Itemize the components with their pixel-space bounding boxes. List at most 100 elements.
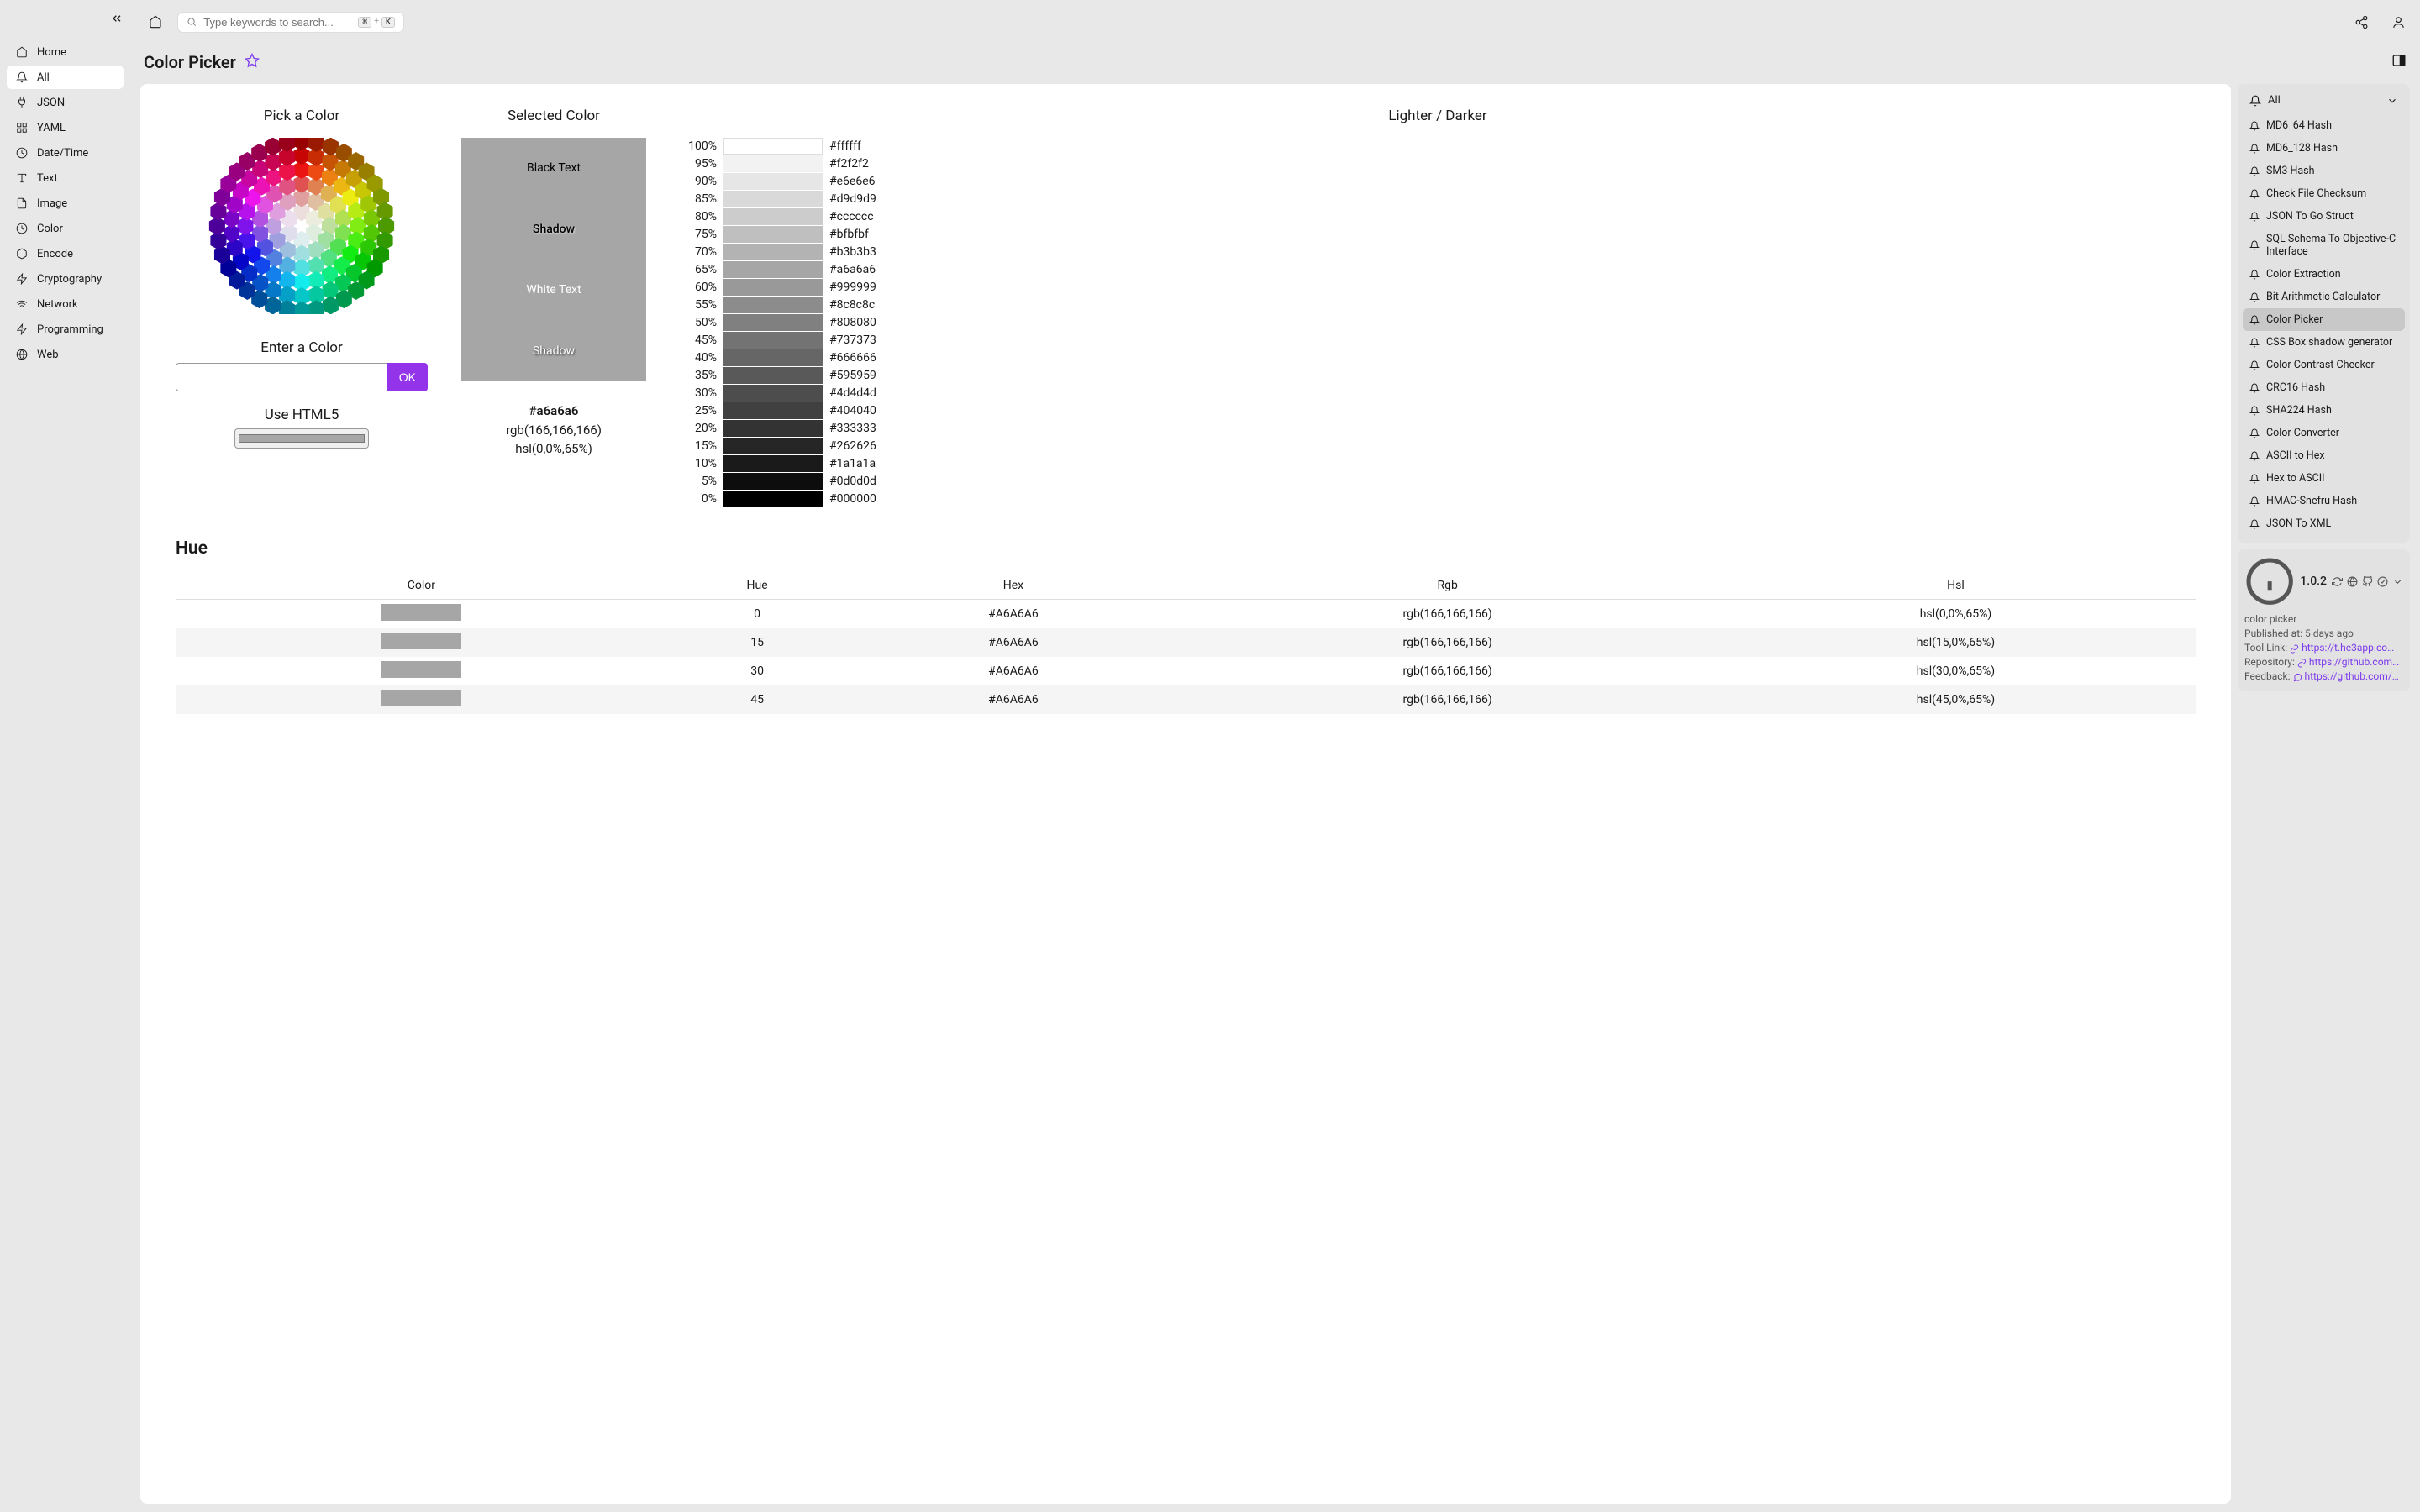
shade-percent: 10% [680,457,717,470]
search-input[interactable] [203,16,351,29]
tool-list-item[interactable]: SHA224 Hash [2243,399,2405,422]
check-icon[interactable] [2377,576,2388,587]
feedback-link[interactable]: https://github.com/… [2305,670,2399,682]
sidebar-item-text[interactable]: Text [7,166,124,190]
globe-icon[interactable] [2347,576,2358,587]
sidebar-item-home[interactable]: Home [7,40,124,64]
link-icon [2290,644,2299,654]
shade-row[interactable]: 10%#1a1a1a [680,455,2196,472]
github-icon[interactable] [2362,576,2373,587]
tool-list-item[interactable]: Bit Arithmetic Calculator [2243,286,2405,308]
sidebar-item-label: Network [37,298,78,311]
tool-list-item[interactable]: Color Contrast Checker [2243,354,2405,376]
right-panel: All MD6_64 HashMD6_128 HashSM3 HashCheck… [2238,84,2410,1504]
shade-row[interactable]: 60%#999999 [680,279,2196,296]
clock-icon [15,222,29,235]
tool-list-item[interactable]: SQL Schema To Objective-C Interface [2243,228,2405,263]
shade-row[interactable]: 70%#b3b3b3 [680,244,2196,260]
grid-icon [15,121,29,134]
tool-list-item[interactable]: CSS Box shadow generator [2243,331,2405,354]
shade-row[interactable]: 55%#8c8c8c [680,297,2196,313]
shade-row[interactable]: 5%#0d0d0d [680,473,2196,490]
shade-row[interactable]: 0%#000000 [680,491,2196,507]
sidebar-item-all[interactable]: All [7,66,124,89]
shade-swatch [723,297,823,313]
sidebar-item-json[interactable]: JSON [7,91,124,114]
ok-button[interactable]: OK [387,363,428,391]
home-button[interactable] [144,10,167,34]
selected-color-codes: #a6a6a6 rgb(166,166,166) hsl(0,0%,65%) [453,402,655,459]
hue-header: Rgb [1179,572,1716,600]
shade-row[interactable]: 90%#e6e6e6 [680,173,2196,190]
toggle-panel-button[interactable] [2391,53,2407,71]
shade-row[interactable]: 50%#808080 [680,314,2196,331]
shade-percent: 60% [680,281,717,294]
shade-row[interactable]: 20%#333333 [680,420,2196,437]
hue-row[interactable]: 0#A6A6A6rgb(166,166,166)hsl(0,0%,65%) [176,600,2196,629]
tool-list-item[interactable]: MD6_128 Hash [2243,137,2405,160]
shade-row[interactable]: 35%#595959 [680,367,2196,384]
tool-list-item[interactable]: Check File Checksum [2243,182,2405,205]
color-input[interactable] [176,363,387,391]
hue-row[interactable]: 15#A6A6A6rgb(166,166,166)hsl(15,0%,65%) [176,628,2196,657]
hue-row[interactable]: 45#A6A6A6rgb(166,166,166)hsl(45,0%,65%) [176,685,2196,714]
tool-list-item[interactable]: Hex to ASCII [2243,467,2405,490]
sidebar-item-color[interactable]: Color [7,217,124,240]
shade-row[interactable]: 95%#f2f2f2 [680,155,2196,172]
shade-row[interactable]: 65%#a6a6a6 [680,261,2196,278]
shade-swatch [723,226,823,243]
page-title: Color Picker [144,52,236,72]
sidebar-item-datetime[interactable]: Date/Time [7,141,124,165]
shade-row[interactable]: 80%#cccccc [680,208,2196,225]
html5-color-input[interactable] [234,428,369,449]
shade-row[interactable]: 40%#666666 [680,349,2196,366]
tool-list-item[interactable]: ASCII to Hex [2243,444,2405,467]
shade-hex: #737373 [829,333,876,347]
shade-row[interactable]: 100%#ffffff [680,138,2196,155]
shade-percent: 80% [680,210,717,223]
shade-row[interactable]: 75%#bfbfbf [680,226,2196,243]
sidebar-item-encode[interactable]: Encode [7,242,124,265]
shade-hex: #bfbfbf [829,228,869,241]
share-button[interactable] [2353,13,2370,30]
tool-list-item[interactable]: CRC16 Hash [2243,376,2405,399]
search-box[interactable]: ⌘ + K [177,12,404,33]
sidebar-item-programming[interactable]: Programming [7,318,124,341]
sidebar-item-image[interactable]: Image [7,192,124,215]
shade-row[interactable]: 25%#404040 [680,402,2196,419]
sidebar-item-network[interactable]: Network [7,292,124,316]
tool-list-item[interactable]: JSON To XML [2243,512,2405,535]
profile-button[interactable] [2390,13,2407,30]
shade-swatch [723,349,823,366]
tool-list-item[interactable]: Color Extraction [2243,263,2405,286]
shade-row[interactable]: 45%#737373 [680,332,2196,349]
shade-row[interactable]: 30%#4d4d4d [680,385,2196,402]
shade-hex: #333333 [829,422,876,435]
hue-row[interactable]: 30#A6A6A6rgb(166,166,166)hsl(30,0%,65%) [176,657,2196,685]
collapse-sidebar-button[interactable] [110,12,124,29]
tool-list-item[interactable]: HMAC-Snefru Hash [2243,490,2405,512]
tool-list-item[interactable]: JSON To Go Struct [2243,205,2405,228]
hex-color-wheel[interactable] [197,138,407,314]
sidebar-item-cryptography[interactable]: Cryptography [7,267,124,291]
repo-link[interactable]: https://github.com… [2309,656,2399,668]
shade-row[interactable]: 85%#d9d9d9 [680,191,2196,207]
tool-list-label: Color Extraction [2266,268,2341,281]
pick-color-title: Pick a Color [176,108,428,124]
tool-list-item[interactable]: Color Picker [2243,308,2405,331]
selected-color-title: Selected Color [453,108,655,124]
tool-list-item[interactable]: MD6_64 Hash [2243,114,2405,137]
tool-list-item[interactable]: Color Converter [2243,422,2405,444]
tool-list-label: JSON To Go Struct [2266,210,2354,223]
tool-list-item[interactable]: SM3 Hash [2243,160,2405,182]
shade-swatch [723,473,823,490]
sidebar-item-web[interactable]: Web [7,343,124,366]
refresh-icon[interactable] [2332,576,2343,587]
tool-link[interactable]: https://t.he3app.co… [2302,642,2394,654]
sidebar-item-yaml[interactable]: YAML [7,116,124,139]
shade-row[interactable]: 15%#262626 [680,438,2196,454]
right-panel-category[interactable]: All [2243,89,2405,112]
favorite-button[interactable] [245,53,260,71]
hue-header: Hue [667,572,848,600]
tool-list-label: CRC16 Hash [2266,381,2325,394]
